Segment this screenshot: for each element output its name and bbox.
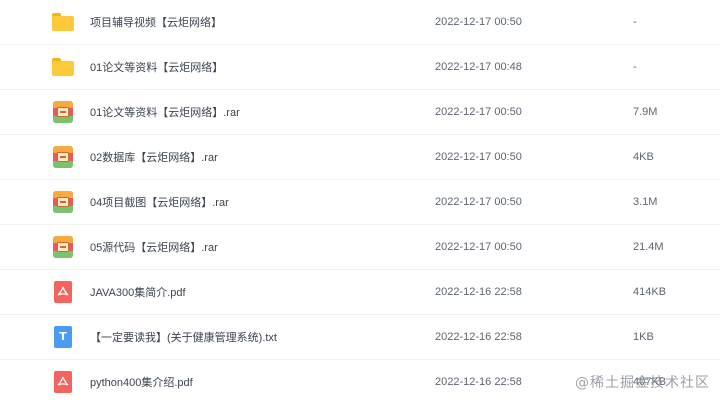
file-name[interactable]: 04项目截图【云炬网络】.rar (90, 194, 229, 210)
file-date: 2022-12-17 00:50 (435, 196, 522, 208)
file-name[interactable]: 项目辅导视频【云炬网络】 (90, 14, 222, 30)
file-date: 2022-12-17 00:50 (435, 241, 522, 253)
file-size: - (633, 16, 637, 28)
file-name[interactable]: 01论文等资料【云炬网络】.rar (90, 104, 240, 120)
file-name[interactable]: 01论文等资料【云炬网络】 (90, 59, 223, 75)
file-size: 21.4M (633, 241, 664, 253)
file-row[interactable]: JAVA300集简介.pdf 2022-12-16 22:58 414KB (0, 270, 720, 315)
file-row[interactable]: 04项目截图【云炬网络】.rar 2022-12-17 00:50 3.1M (0, 180, 720, 225)
file-list: 项目辅导视频【云炬网络】 2022-12-17 00:50 - 01论文等资料【… (0, 0, 720, 404)
file-name[interactable]: python400集介绍.pdf (90, 374, 193, 390)
file-size: 414KB (633, 286, 667, 298)
file-date: 2022-12-16 22:58 (435, 331, 522, 343)
watermark: @稀土掘金技术社区 (575, 375, 710, 391)
file-size: 4KB (633, 151, 654, 163)
file-size: 7.9M (633, 106, 658, 118)
file-name[interactable]: 02数据库【云炬网络】.rar (90, 149, 218, 165)
rar-archive-icon (52, 146, 74, 168)
file-size: 3.1M (633, 196, 658, 208)
rar-archive-icon (52, 101, 74, 123)
file-row[interactable]: 05源代码【云炬网络】.rar 2022-12-17 00:50 21.4M (0, 225, 720, 270)
file-date: 2022-12-16 22:58 (435, 286, 522, 298)
rar-archive-icon (52, 236, 74, 258)
file-date: 2022-12-17 00:50 (435, 16, 522, 28)
file-name[interactable]: JAVA300集简介.pdf (90, 284, 186, 300)
file-date: 2022-12-17 00:50 (435, 151, 522, 163)
file-row[interactable]: 项目辅导视频【云炬网络】 2022-12-17 00:50 - (0, 0, 720, 45)
folder-icon (52, 56, 74, 78)
rar-archive-icon (52, 191, 74, 213)
file-date: 2022-12-16 22:58 (435, 376, 522, 388)
file-size: 1KB (633, 331, 654, 343)
pdf-file-icon (52, 281, 74, 303)
file-date: 2022-12-17 00:48 (435, 61, 522, 73)
folder-icon (52, 11, 74, 33)
file-name[interactable]: 05源代码【云炬网络】.rar (90, 239, 218, 255)
file-row[interactable]: 02数据库【云炬网络】.rar 2022-12-17 00:50 4KB (0, 135, 720, 180)
pdf-file-icon (52, 371, 74, 393)
txt-file-icon: T (52, 326, 74, 348)
file-name[interactable]: 【一定要读我】(关于健康管理系统).txt (90, 329, 277, 345)
file-size: - (633, 61, 637, 73)
file-date: 2022-12-17 00:50 (435, 106, 522, 118)
file-row[interactable]: 01论文等资料【云炬网络】 2022-12-17 00:48 - (0, 45, 720, 90)
file-row[interactable]: 01论文等资料【云炬网络】.rar 2022-12-17 00:50 7.9M (0, 90, 720, 135)
file-row[interactable]: T 【一定要读我】(关于健康管理系统).txt 2022-12-16 22:58… (0, 315, 720, 360)
